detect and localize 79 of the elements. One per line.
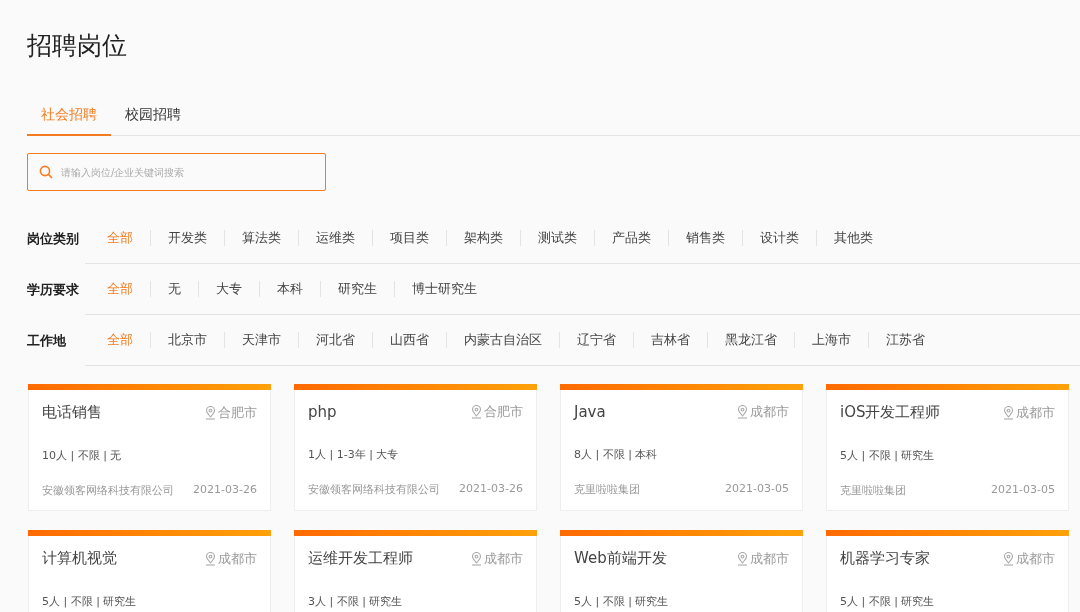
filter-option[interactable]: 项目类 — [372, 230, 446, 246]
job-card[interactable]: iOS开发工程师 成都市 5人 | 不限 | 研究生 克里啦啦集团 2021-03-05 — [826, 384, 1069, 511]
filter-option[interactable]: 开发类 — [150, 230, 224, 246]
filter-option[interactable]: 设计类 — [742, 230, 816, 246]
post-date: 2021-03-26 — [193, 483, 257, 498]
location-pin-icon — [205, 405, 216, 420]
job-location: 成都市 — [484, 549, 523, 568]
filter-option[interactable]: 架构类 — [446, 230, 520, 246]
job-card[interactable]: Web前端开发 成都市 5人 | 不限 | 研究生 — [560, 530, 803, 612]
filter-option[interactable]: 辽宁省 — [559, 332, 633, 348]
search-field[interactable]: 请输入岗位/企业关键词搜索 — [27, 153, 326, 191]
job-location: 成都市 — [1016, 549, 1055, 568]
job-requirements: 8人 | 不限 | 本科 — [574, 447, 659, 462]
location-pin-icon — [1003, 551, 1014, 566]
job-location: 成都市 — [218, 549, 257, 568]
job-title: Java — [574, 403, 606, 421]
filter-option[interactable]: 其他类 — [816, 230, 890, 246]
filter-option[interactable]: 上海市 — [794, 332, 868, 348]
filter-option[interactable]: 本科 — [259, 281, 320, 297]
job-requirements: 5人 | 不限 | 研究生 — [840, 448, 936, 463]
company-name: 安徽领客网络科技有限公司 — [308, 482, 440, 497]
job-location: 成都市 — [750, 549, 789, 568]
job-card[interactable]: 运维开发工程师 成都市 3人 | 不限 | 研究生 — [294, 530, 537, 612]
filter-option[interactable]: 产品类 — [594, 230, 668, 246]
filter-option[interactable]: 天津市 — [224, 332, 298, 348]
job-location: 成都市 — [750, 403, 789, 421]
filter-option[interactable]: 河北省 — [298, 332, 372, 348]
location-pin-icon — [1003, 405, 1014, 420]
location-pin-icon — [205, 551, 216, 566]
filter-option[interactable]: 运维类 — [298, 230, 372, 246]
post-date: 2021-03-26 — [459, 482, 523, 497]
filter-option[interactable]: 算法类 — [224, 230, 298, 246]
filter-option[interactable]: 山西省 — [372, 332, 446, 348]
tab[interactable]: 校园招聘 — [111, 104, 195, 136]
filter-option[interactable]: 无 — [150, 281, 198, 297]
post-date: 2021-03-05 — [991, 483, 1055, 498]
filter-option[interactable]: 江苏省 — [868, 332, 942, 348]
job-requirements: 1人 | 1-3年 | 大专 — [308, 447, 400, 462]
job-card[interactable]: Java 成都市 8人 | 不限 | 本科 克里啦啦集团 2021-03-05 — [560, 384, 803, 511]
company-name: 克里啦啦集团 — [574, 482, 640, 497]
job-requirements: 5人 | 不限 | 研究生 — [574, 594, 670, 609]
job-title: php — [308, 403, 337, 421]
job-location: 合肥市 — [484, 403, 523, 421]
filter-option[interactable]: 黑龙江省 — [707, 332, 794, 348]
filter-option[interactable]: 博士研究生 — [394, 281, 494, 297]
company-name: 克里啦啦集团 — [840, 483, 906, 498]
job-card[interactable]: 机器学习专家 成都市 5人 | 不限 | 研究生 — [826, 530, 1069, 612]
job-title: 运维开发工程师 — [308, 549, 413, 568]
job-title: 电话销售 — [42, 403, 102, 422]
job-card[interactable]: php 合肥市 1人 | 1-3年 | 大专 安徽领客网络科技有限公司 2021-03-26 — [294, 384, 537, 511]
filter-label: 学历要求 — [27, 280, 80, 299]
job-title: 机器学习专家 — [840, 549, 930, 568]
job-requirements: 10人 | 不限 | 无 — [42, 448, 123, 463]
job-requirements: 5人 | 不限 | 研究生 — [840, 594, 936, 609]
company-name: 安徽领客网络科技有限公司 — [42, 483, 174, 498]
job-requirements: 5人 | 不限 | 研究生 — [42, 594, 138, 609]
job-location: 成都市 — [1016, 403, 1055, 422]
filter-option[interactable]: 销售类 — [668, 230, 742, 246]
job-title: Web前端开发 — [574, 549, 667, 568]
filter-label: 工作地 — [27, 331, 67, 350]
location-pin-icon — [737, 405, 748, 419]
filter-option[interactable]: 大专 — [198, 281, 259, 297]
location-pin-icon — [471, 551, 482, 566]
job-requirements: 3人 | 不限 | 研究生 — [308, 594, 404, 609]
filter-option[interactable]: 测试类 — [520, 230, 594, 246]
page-title: 招聘岗位 — [27, 30, 128, 62]
job-location: 合肥市 — [218, 403, 257, 422]
job-title: 计算机视觉 — [42, 549, 117, 568]
job-title: iOS开发工程师 — [840, 403, 941, 422]
post-date: 2021-03-05 — [725, 482, 789, 497]
filter-label: 岗位类别 — [27, 229, 80, 248]
location-pin-icon — [737, 551, 748, 566]
job-card[interactable]: 电话销售 合肥市 10人 | 不限 | 无 安徽领客网络科技有限公司 2021-03-26 — [28, 384, 271, 511]
filter-option[interactable]: 吉林省 — [633, 332, 707, 348]
filter-option[interactable]: 北京市 — [150, 332, 224, 348]
location-pin-icon — [471, 405, 482, 419]
filter-option[interactable]: 内蒙古自治区 — [446, 332, 559, 348]
job-card[interactable]: 计算机视觉 成都市 5人 | 不限 | 研究生 — [28, 530, 271, 612]
filter-option[interactable]: 研究生 — [320, 281, 394, 297]
